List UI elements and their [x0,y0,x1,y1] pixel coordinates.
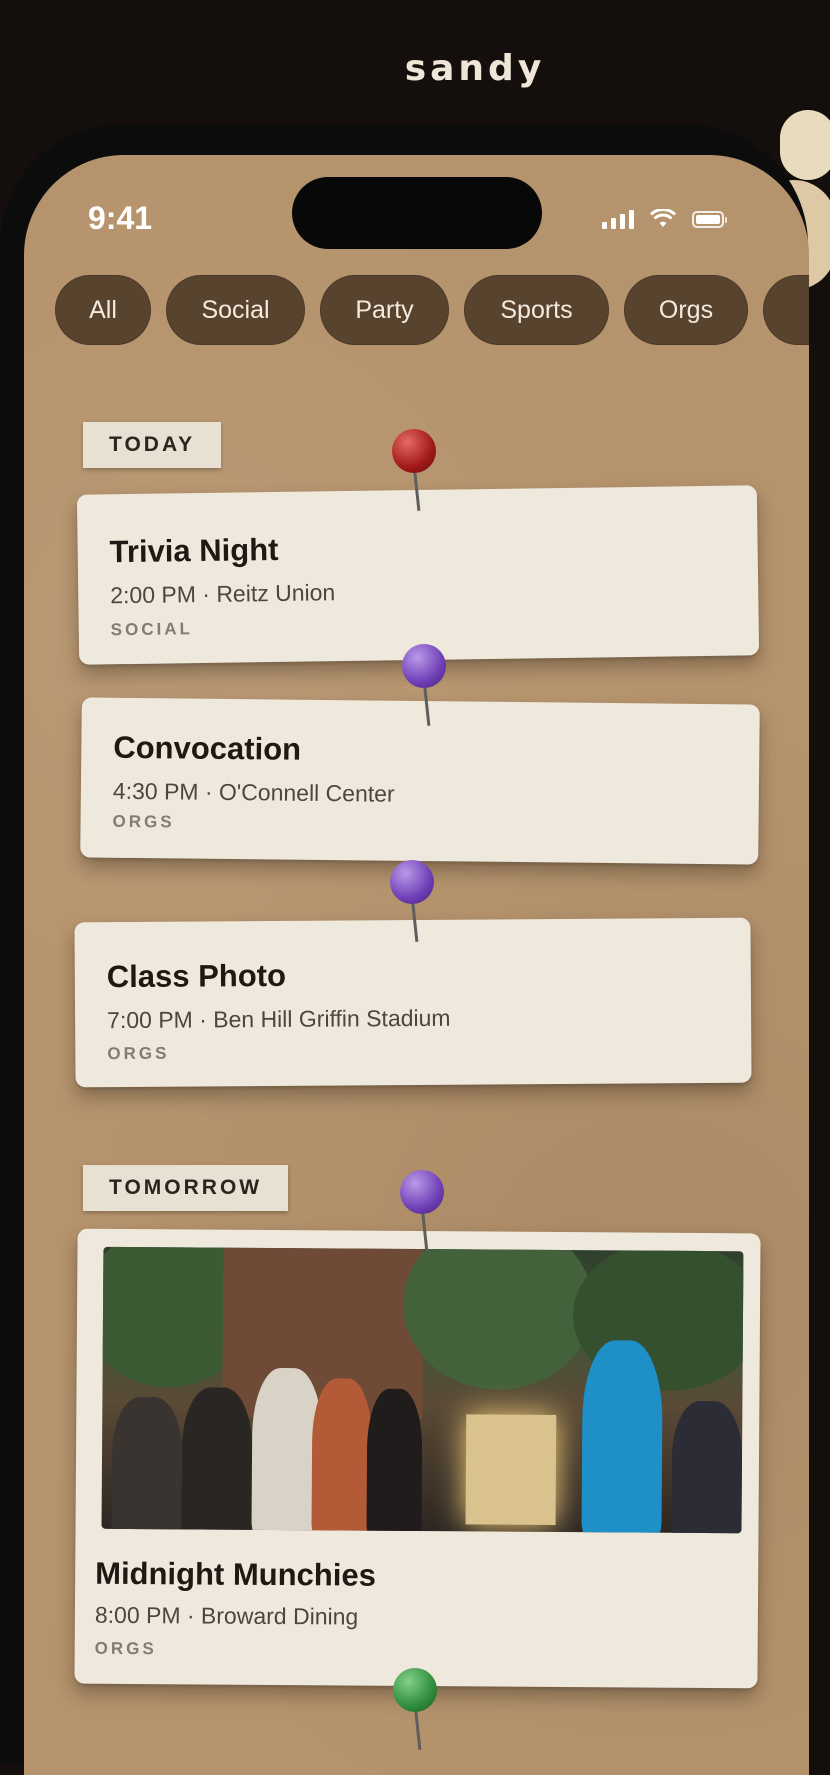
pushpin-icon [392,429,436,511]
dynamic-island [292,177,542,249]
event-category: ORGS [112,811,175,832]
event-category: SOCIAL [110,619,194,640]
filter-chips: All Social Party Sports Orgs [55,275,809,345]
filter-orgs[interactable]: Orgs [624,275,748,345]
event-meta: 4:30 PM · O'Connell Center [112,777,395,807]
status-time: 9:41 [88,200,153,236]
filter-all[interactable]: All [55,275,151,345]
filter-social[interactable]: Social [166,275,305,345]
battery-icon [692,210,727,228]
event-title: Midnight Munchies [95,1555,377,1593]
wifi-icon [650,209,676,227]
event-meta: 8:00 PM · Broward Dining [94,1601,359,1630]
filter-more[interactable] [763,275,809,345]
event-card-trivia-night[interactable]: Trivia Night 2:00 PM · Reitz Union SOCIA… [76,485,760,665]
event-photo [101,1246,744,1534]
event-title: Convocation [113,729,302,767]
pushpin-icon [393,1668,437,1750]
section-label-tomorrow: TOMORROW [83,1165,289,1211]
filter-sports[interactable]: Sports [464,275,609,345]
filter-party[interactable]: Party [320,275,449,345]
event-category: ORGS [107,1043,170,1064]
event-title: Trivia Night [109,531,279,570]
brand-wordmark: sandy [404,48,546,89]
cellular-signal-icon [602,209,634,229]
pushpin-icon [400,1170,444,1252]
status-icons [602,209,727,229]
app-screen: 9:41 All Social Party Sports Orgs TODAY … [24,155,809,1775]
event-meta: 7:00 PM · Ben Hill Griffin Stadium [107,1004,451,1034]
pushpin-icon [390,860,434,942]
event-card-convocation[interactable]: Convocation 4:30 PM · O'Connell Center O… [80,697,760,865]
event-card-class-photo[interactable]: Class Photo 7:00 PM · Ben Hill Griffin S… [74,917,752,1088]
event-meta: 2:00 PM · Reitz Union [110,579,336,609]
event-title: Class Photo [106,957,287,995]
section-label-today: TODAY [83,422,222,468]
event-card-midnight-munchies[interactable]: Midnight Munchies 8:00 PM · Broward Dini… [74,1228,761,1689]
pushpin-icon [402,644,446,726]
event-category: ORGS [94,1638,157,1659]
